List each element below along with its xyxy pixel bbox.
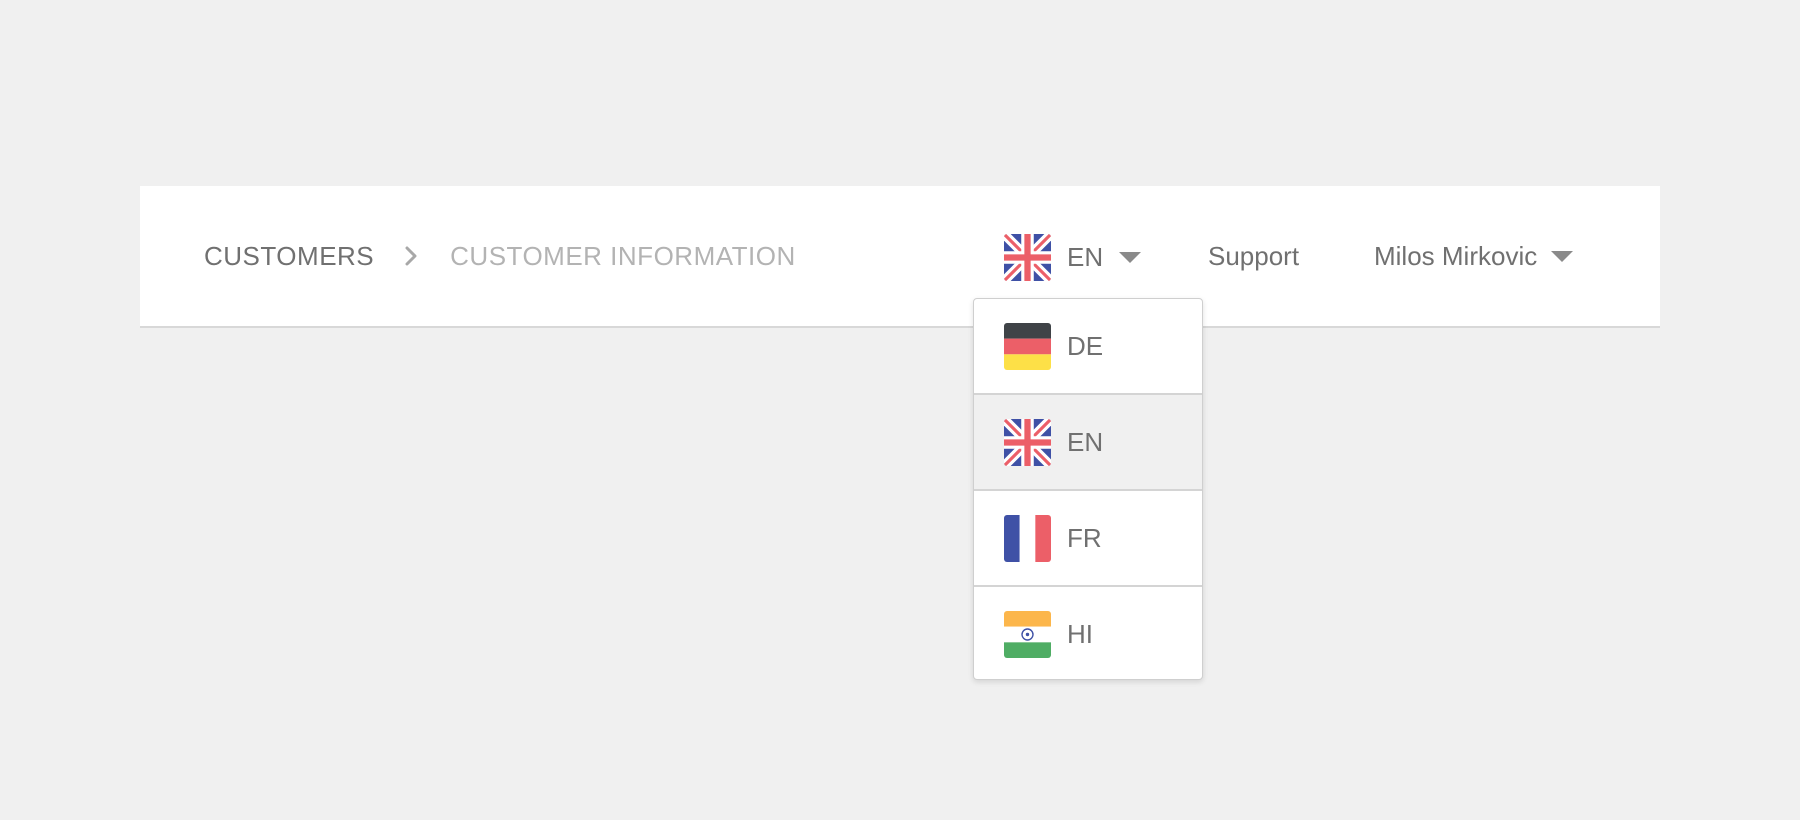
top-navigation-bar: CUSTOMERS CUSTOMER INFORMATION EN Suppor… — [140, 186, 1660, 328]
caret-down-icon — [1551, 250, 1574, 262]
germany-flag-icon — [1004, 323, 1051, 370]
france-flag-icon — [1004, 515, 1051, 562]
chevron-right-icon — [405, 246, 417, 266]
language-option-label: DE — [1067, 331, 1104, 361]
breadcrumb-item-customer-information: CUSTOMER INFORMATION — [450, 240, 796, 271]
language-option-fr[interactable]: FR — [974, 491, 1202, 586]
breadcrumb: CUSTOMERS CUSTOMER INFORMATION — [204, 186, 796, 326]
language-option-label: HI — [1067, 619, 1093, 649]
breadcrumb-item-customers[interactable]: CUSTOMERS — [204, 241, 374, 272]
current-language-code: EN — [1067, 241, 1104, 272]
caret-down-icon — [1119, 251, 1142, 263]
user-menu[interactable]: Milos Mirkovic — [1374, 186, 1574, 326]
language-dropdown-menu: DE EN FR HI — [973, 298, 1203, 680]
language-option-label: FR — [1067, 523, 1102, 553]
uk-flag-icon — [1004, 419, 1051, 466]
user-name: Milos Mirkovic — [1374, 240, 1538, 271]
india-flag-icon — [1004, 611, 1051, 658]
language-option-hi[interactable]: HI — [974, 587, 1202, 679]
language-selector[interactable]: EN — [1004, 233, 1142, 281]
uk-flag-icon — [1004, 233, 1051, 281]
language-option-de[interactable]: DE — [974, 299, 1202, 394]
support-link[interactable]: Support — [1208, 186, 1299, 326]
language-option-label: EN — [1067, 427, 1104, 457]
language-option-en[interactable]: EN — [974, 395, 1202, 490]
